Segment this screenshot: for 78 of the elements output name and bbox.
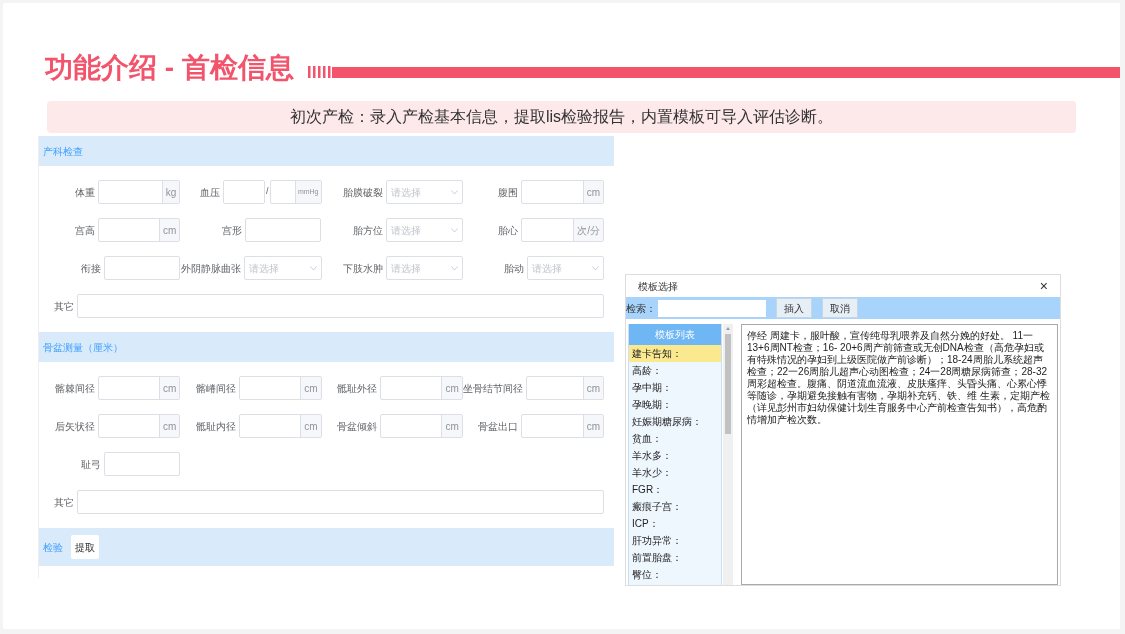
field-label: 后矢状径 — [53, 419, 95, 434]
template-item[interactable]: 肝功异常： — [629, 532, 721, 549]
unit-label: cm — [300, 415, 321, 437]
template-item[interactable]: ICP： — [629, 515, 721, 532]
section-title: 检验 — [43, 540, 63, 555]
field-label: 骨盆出口 — [477, 419, 519, 434]
chevron-down-icon — [592, 265, 599, 271]
template-item[interactable]: 羊水少： — [629, 464, 721, 481]
dialog-title: 模板选择 — [638, 279, 678, 294]
chevron-down-icon — [309, 265, 317, 271]
cancel-button[interactable]: 取消 — [822, 298, 858, 318]
insert-button[interactable]: 插入 — [776, 298, 812, 318]
unit-label: cm — [582, 415, 603, 437]
template-item[interactable]: 羊水多： — [629, 447, 721, 464]
chevron-down-icon — [450, 189, 458, 195]
scrollbar[interactable] — [723, 324, 733, 585]
list-header: 模板列表 — [629, 324, 721, 345]
chevron-down-icon — [450, 265, 458, 271]
chevron-down-icon — [450, 227, 458, 233]
unit-label: cm — [158, 219, 180, 241]
template-item[interactable]: 高龄： — [629, 362, 721, 379]
input-field[interactable] — [77, 490, 604, 514]
field-label: 骨盆倾斜 — [336, 419, 378, 434]
template-item[interactable]: 建卡告知： — [629, 345, 721, 362]
template-item[interactable]: 瘢痕子宫： — [629, 498, 721, 515]
page-title: 功能介绍 - 首检信息 — [45, 51, 294, 85]
unit-label: cm — [158, 377, 180, 399]
unit-label: cm — [582, 181, 603, 203]
field-label: 衔接 — [80, 261, 101, 276]
unit-label: kg — [161, 181, 180, 203]
field-label: 髂嵴间径 — [194, 381, 236, 396]
field-label: 外阴静脉曲张 — [180, 261, 242, 276]
template-item[interactable]: 妊娠期糖尿病： — [629, 413, 721, 430]
field-label: 髂棘间径 — [53, 381, 95, 396]
field-label: 骶耻外径 — [336, 381, 378, 396]
input-field[interactable] — [223, 180, 265, 204]
unit-label: cm — [441, 415, 462, 437]
section-title: 骨盆测量（厘米） — [43, 340, 123, 355]
unit-label: 次/分 — [573, 219, 603, 241]
template-text: 停经 周建卡，服叶酸，宣传纯母乳喂养及自然分娩的好处。 11一 13+6周NT检查；16- 20+6周产前筛查或无创DNA检查（高危孕妇或有特殊情况的孕妇到上级医院做产前诊断）；18-24周胎儿系统超声检查；22一26周胎儿超声心动图检查；24一28周糖尿病筛查；28-32周彩超检查。腹痛、阴道流血流液、皮肤瘙痒、头昏头痛、心累心悸等随诊，孕期避免接触有害物，孕期补充钙、铁、维 生素，定期产检（详见彭州市妇幼保健计划生育服务中心产前检查告知书），高危酌情增加产检次数。 — [747, 330, 1051, 426]
subtitle-text: 初次产检：录入产检基本信息，提取lis检验报告，内置模板可导入评估诊断。 — [289, 107, 834, 127]
field-label: 胎心 — [497, 223, 519, 238]
template-item[interactable]: 贫血： — [629, 430, 721, 447]
extract-button[interactable]: 提取 — [71, 535, 99, 559]
search-field[interactable] — [658, 299, 766, 317]
field-label: 骶耻内径 — [194, 419, 236, 434]
field-label: 坐骨结节间径 — [462, 381, 523, 396]
input-field[interactable] — [245, 218, 322, 242]
field-label: 宫高 — [73, 223, 95, 238]
unit-label: cm — [300, 377, 321, 399]
template-item[interactable]: 前置胎盘： — [629, 549, 721, 566]
section-title: 产科检查 — [43, 144, 83, 159]
field-label: 体重 — [73, 185, 95, 200]
field-label: 腹围 — [497, 185, 519, 200]
unit-label: cm — [582, 377, 603, 399]
template-item[interactable]: FGR： — [629, 481, 721, 498]
search-label: 检索： — [626, 301, 656, 316]
field-label: 下肢水肿 — [341, 261, 383, 276]
unit-label: cm — [158, 415, 180, 437]
field-label: 胎方位 — [351, 223, 383, 238]
input-field[interactable] — [104, 452, 180, 476]
field-label: 宫形 — [221, 223, 243, 238]
input-field[interactable] — [104, 256, 180, 280]
template-item[interactable]: 孕晚期： — [629, 396, 721, 413]
template-content[interactable] — [741, 324, 1058, 585]
field-label: 耻弓 — [80, 457, 101, 472]
field-label: 血压 — [199, 185, 220, 200]
close-button[interactable]: × — [1039, 279, 1048, 293]
input-field[interactable] — [77, 294, 604, 318]
template-item[interactable]: 孕中期： — [629, 379, 721, 396]
field-label: 胎膜破裂 — [341, 185, 383, 200]
template-item[interactable]: 臀位： — [629, 566, 721, 583]
field-label: 胎动 — [502, 261, 524, 276]
field-label: 其它 — [53, 299, 74, 314]
separator-text: / — [265, 185, 270, 199]
unit-label: cm — [441, 377, 462, 399]
stripe-decoration — [307, 66, 332, 78]
field-label: 其它 — [53, 495, 74, 510]
